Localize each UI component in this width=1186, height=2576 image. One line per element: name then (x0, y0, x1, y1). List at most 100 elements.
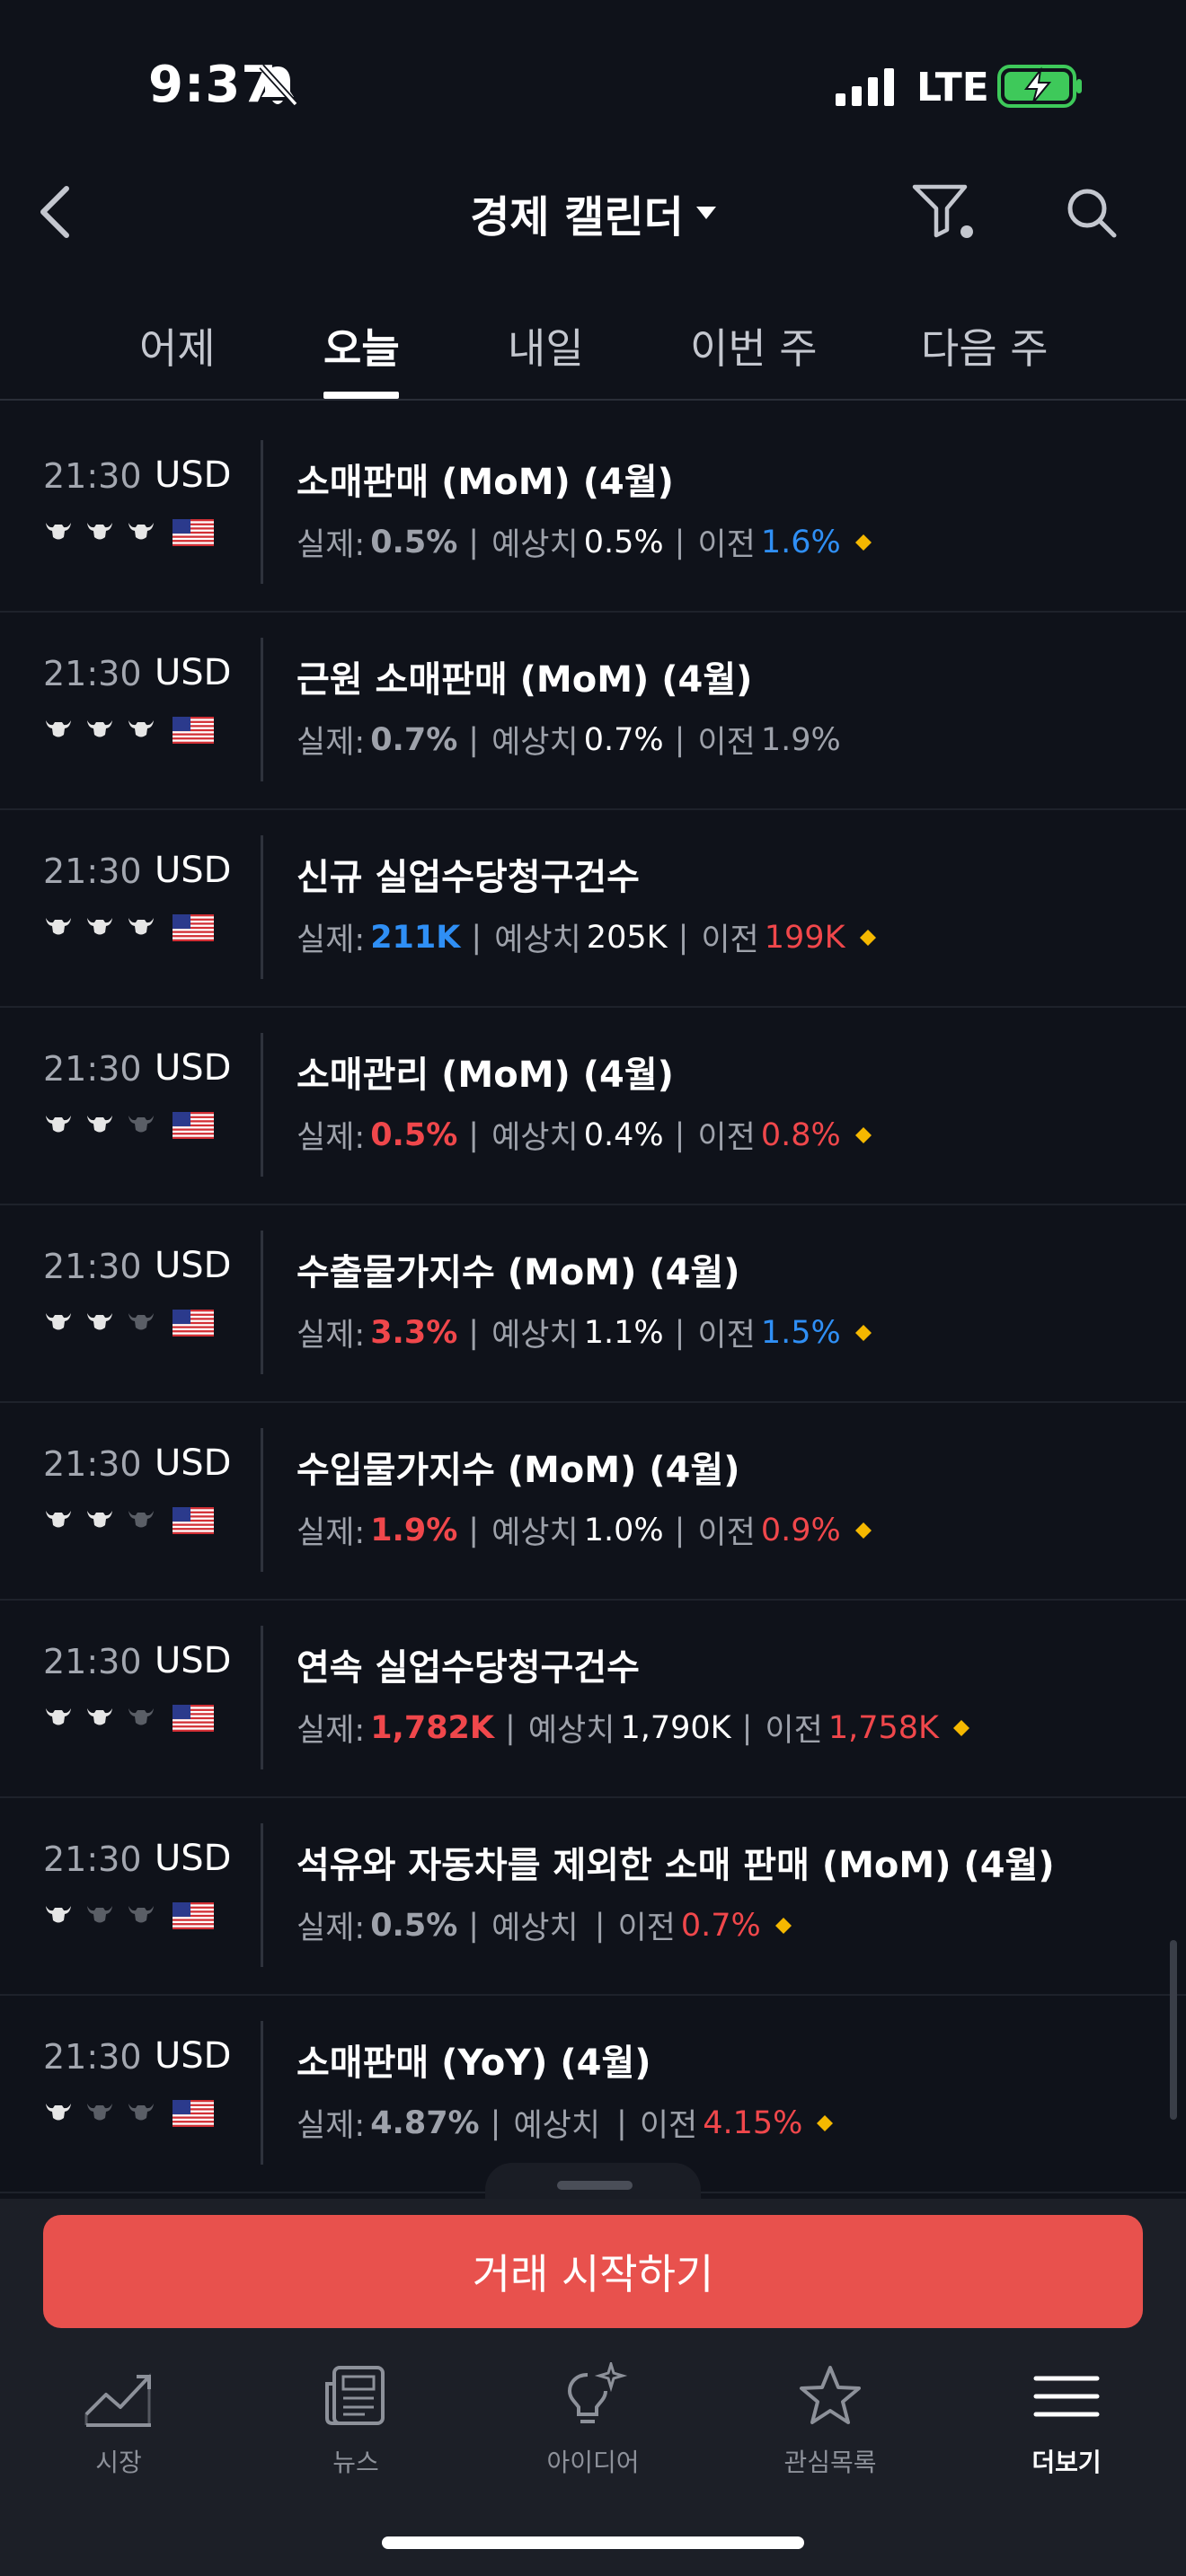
tab-tomorrow[interactable]: 내일 (508, 316, 584, 399)
event-currency: USD (155, 1245, 232, 1286)
previous-label: 이전 (697, 1515, 756, 1551)
home-indicator[interactable] (382, 2536, 804, 2549)
row-divider (261, 440, 263, 584)
nav-news[interactable]: 뉴스 (266, 2362, 446, 2479)
page-title: 경제 캘린더 (470, 192, 684, 243)
importance-rating (43, 717, 156, 740)
separator: | (471, 919, 482, 956)
nav-watchlist[interactable]: 관심목록 (740, 2362, 920, 2479)
event-time: 21:30 (43, 851, 142, 891)
bull-icon (128, 1511, 154, 1528)
row-divider (261, 835, 263, 979)
separator: | (674, 1512, 686, 1548)
row-divider (261, 2021, 263, 2165)
bull-icon (87, 918, 112, 935)
revised-diamond-icon (854, 1126, 872, 1143)
tab-yesterday[interactable]: 어제 (139, 316, 216, 399)
forecast-value: 0.4% (583, 1116, 664, 1153)
event-row[interactable]: 21:30 USD 근원 소매판매 (MoM) (4월) 실제: 0.7% | 예상치 0.7… (0, 613, 1186, 810)
bull-icon (128, 720, 154, 737)
us-flag-icon (173, 1310, 214, 1337)
nav-ideas[interactable]: 아이디어 (503, 2362, 683, 2479)
actual-value: 1,782K (370, 1709, 495, 1746)
actual-label: 실제: (296, 1910, 366, 1946)
previous-label: 이전 (639, 2108, 698, 2144)
event-title: 소매판매 (MoM) (4월) (296, 462, 674, 503)
separator: | (594, 1907, 606, 1944)
previous-value: 1.6% (760, 524, 841, 560)
event-title: 근원 소매판매 (MoM) (4월) (296, 659, 753, 701)
event-time: 21:30 (43, 654, 142, 693)
bull-icon (87, 523, 112, 540)
nav-market[interactable]: 시장 (29, 2362, 208, 2479)
event-row[interactable]: 21:30 USD 석유와 자동차를 제외한 소매 판매 (MoM) (4월) 실제:… (0, 1798, 1186, 1996)
event-currency: USD (155, 850, 232, 891)
bull-icon (46, 1708, 71, 1725)
forecast-label: 예상치 (491, 725, 579, 761)
tab-next-week[interactable]: 다음 주 (921, 316, 1049, 399)
page-title-dropdown[interactable]: 경제 캘린더 (0, 181, 1186, 244)
actual-label: 실제: (296, 1515, 366, 1551)
event-row[interactable]: 21:30 USD 수출물가지수 (MoM) (4월) 실제: 3.3% | 예상치 1.1%… (0, 1205, 1186, 1403)
nav-more[interactable]: 더보기 (977, 2362, 1156, 2479)
bull-icon (87, 2104, 112, 2121)
separator: | (490, 2104, 501, 2141)
previous-value: 0.8% (760, 1116, 841, 1153)
revised-diamond-icon (854, 534, 872, 551)
event-values: 실제: 0.5% | 예상치 | 이전 0.7% (296, 1902, 793, 1948)
bull-icon (128, 523, 154, 540)
event-values: 실제: 0.7% | 예상치 0.7% | 이전 1.9% (296, 717, 841, 763)
tab-today[interactable]: 오늘 (323, 316, 400, 399)
bull-icon (87, 1708, 112, 1725)
separator: | (674, 721, 686, 758)
separator: | (468, 1907, 480, 1944)
actual-value: 4.87% (370, 2104, 480, 2141)
bull-icon (46, 1906, 71, 1923)
active-tab-indicator (323, 392, 399, 399)
event-values: 실제: 0.5% | 예상치 0.5% | 이전 1.6% (296, 519, 873, 565)
actual-label: 실제: (296, 1318, 366, 1354)
separator: | (468, 524, 480, 560)
bull-icon (46, 2104, 71, 2121)
forecast-value: 1.1% (583, 1314, 664, 1351)
event-row[interactable]: 21:30 USD 소매판매 (MoM) (4월) 실제: 0.5% | 예상치 0.5% | 이… (0, 415, 1186, 613)
separator: | (741, 1709, 753, 1746)
previous-label: 이전 (697, 1318, 756, 1354)
importance-rating (43, 1705, 156, 1728)
revised-diamond-icon (774, 1917, 792, 1934)
us-flag-icon (173, 2100, 214, 2127)
separator: | (616, 2104, 627, 2141)
event-values: 실제: 1.9% | 예상치 1.0% | 이전 0.9% (296, 1507, 873, 1553)
previous-value: 199K (764, 919, 845, 956)
signal-icon (836, 68, 894, 106)
event-row[interactable]: 21:30 USD 연속 실업수당청구건수 실제: 1,782K | 예상치 1,790K | 이… (0, 1601, 1186, 1798)
us-flag-icon (173, 1507, 214, 1534)
tab-this-week[interactable]: 이번 주 (690, 316, 818, 399)
event-row[interactable]: 21:30 USD 신규 실업수당청구건수 실제: 211K | 예상치 205K | 이전 199… (0, 810, 1186, 1008)
scrollbar[interactable] (1170, 1940, 1177, 2120)
event-row[interactable]: 21:30 USD 수입물가지수 (MoM) (4월) 실제: 1.9% | 예상치 1.0%… (0, 1403, 1186, 1601)
event-title: 수출물가지수 (MoM) (4월) (296, 1252, 740, 1293)
actual-value: 3.3% (370, 1314, 458, 1351)
separator: | (505, 1709, 516, 1746)
forecast-value: 0.5% (583, 524, 664, 560)
start-trading-button[interactable]: 거래 시작하기 (43, 2215, 1143, 2328)
previous-value: 1.5% (760, 1314, 841, 1351)
sheet-handle[interactable] (557, 2181, 633, 2190)
row-divider (261, 1428, 263, 1572)
event-row[interactable]: 21:30 USD 소매관리 (MoM) (4월) 실제: 0.5% | 예상치 0.4% | 이… (0, 1008, 1186, 1205)
event-time: 21:30 (43, 1049, 142, 1089)
previous-value: 4.15% (703, 2104, 803, 2141)
forecast-value: 0.7% (583, 721, 664, 758)
us-flag-icon (173, 1112, 214, 1139)
filter-button[interactable] (909, 180, 981, 243)
actual-label: 실제: (296, 1120, 366, 1156)
search-icon[interactable] (1060, 181, 1123, 244)
bull-icon (46, 720, 71, 737)
revised-diamond-icon (859, 929, 876, 946)
event-values: 실제: 211K | 예상치 205K | 이전 199K (296, 914, 878, 960)
us-flag-icon (173, 519, 214, 546)
importance-rating (43, 1902, 156, 1926)
forecast-label: 예상치 (513, 2108, 601, 2144)
row-divider (261, 1823, 263, 1967)
